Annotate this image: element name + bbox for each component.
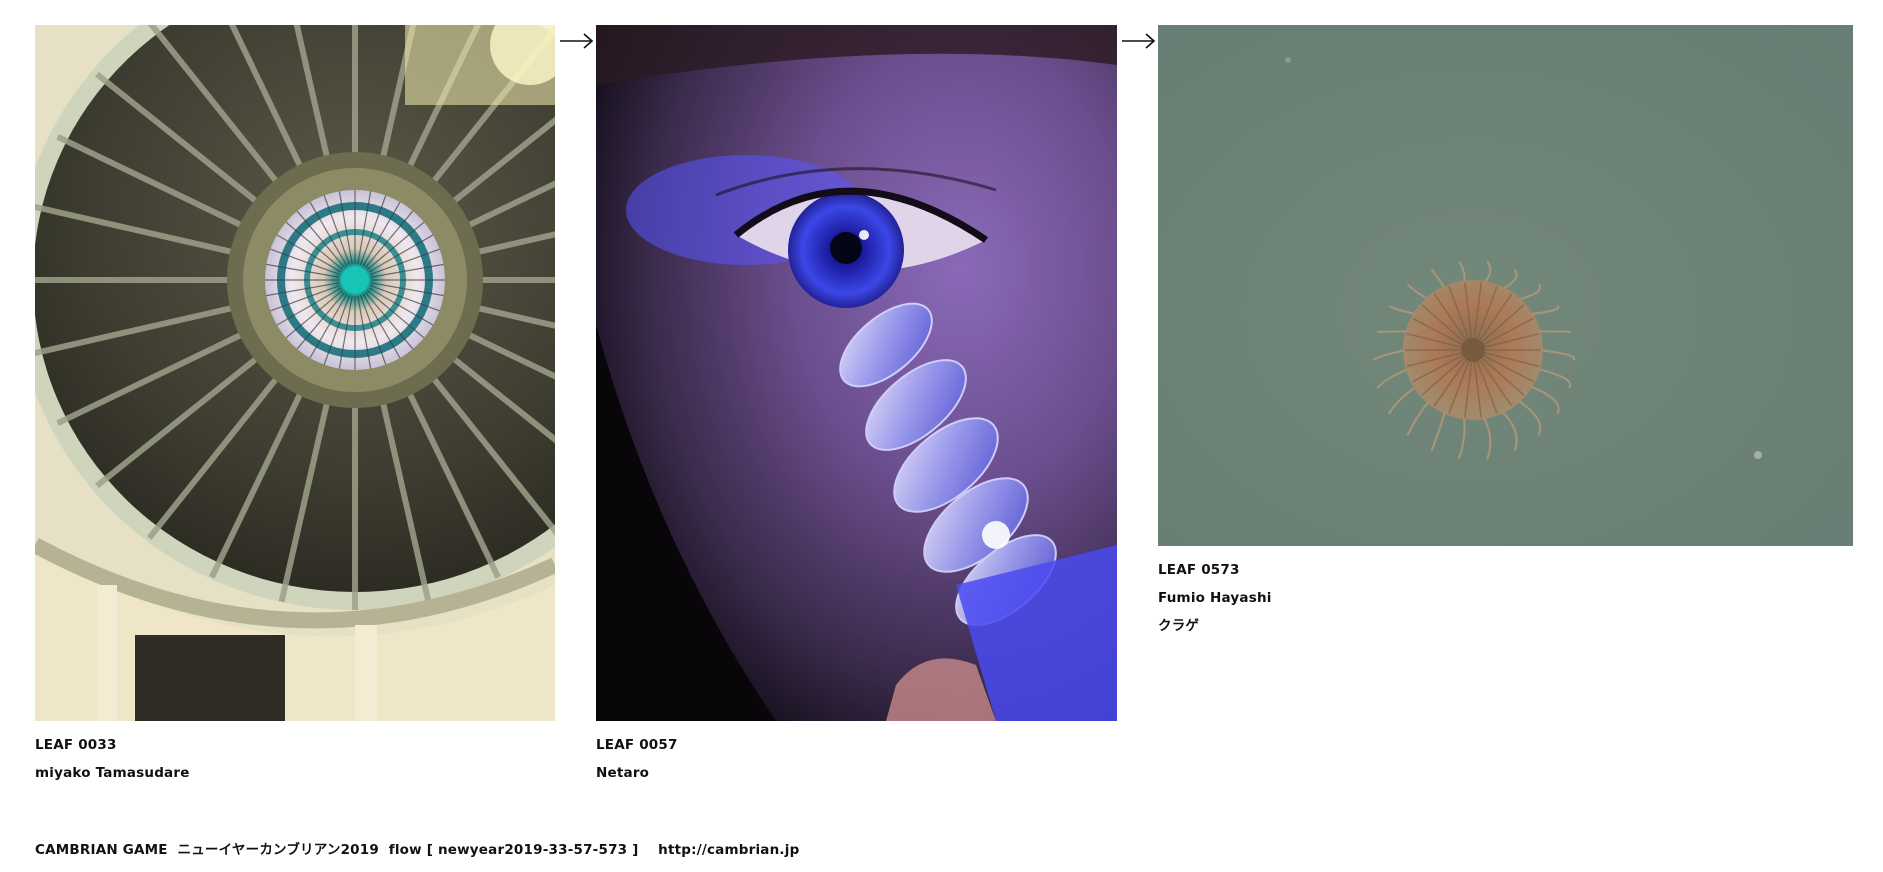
- leaf-caption: LEAF 0033 miyako Tamasudare: [35, 731, 555, 787]
- dome-ceiling-photo[interactable]: [35, 25, 555, 721]
- footer-text: CAMBRIAN GAME ニューイヤーカンブリアン2019 flow [ ne…: [35, 842, 800, 858]
- leaf-author[interactable]: Fumio Hayashi: [1158, 584, 1853, 612]
- leaf-author[interactable]: miyako Tamasudare: [35, 759, 555, 787]
- leaf-card-0573: LEAF 0573 Fumio Hayashi クラゲ: [1158, 25, 1853, 640]
- leaf-caption: LEAF 0573 Fumio Hayashi クラゲ: [1158, 556, 1853, 640]
- arrow-right-icon: [1122, 33, 1156, 49]
- leaf-card-0057: LEAF 0057 Netaro: [596, 25, 1117, 787]
- leaf-caption: LEAF 0057 Netaro: [596, 731, 1117, 787]
- leaf-id[interactable]: LEAF 0057: [596, 731, 1117, 759]
- leaf-card-0033: LEAF 0033 miyako Tamasudare: [35, 25, 555, 787]
- leaf-title: クラゲ: [1158, 618, 1200, 634]
- jellyfish-photo[interactable]: [1158, 25, 1853, 546]
- arrow-right-icon: [560, 33, 594, 49]
- leaf-id[interactable]: LEAF 0573: [1158, 556, 1853, 584]
- leaf-author[interactable]: Netaro: [596, 759, 1117, 787]
- blue-lit-eye-photo[interactable]: [596, 25, 1117, 721]
- leaf-id[interactable]: LEAF 0033: [35, 731, 555, 759]
